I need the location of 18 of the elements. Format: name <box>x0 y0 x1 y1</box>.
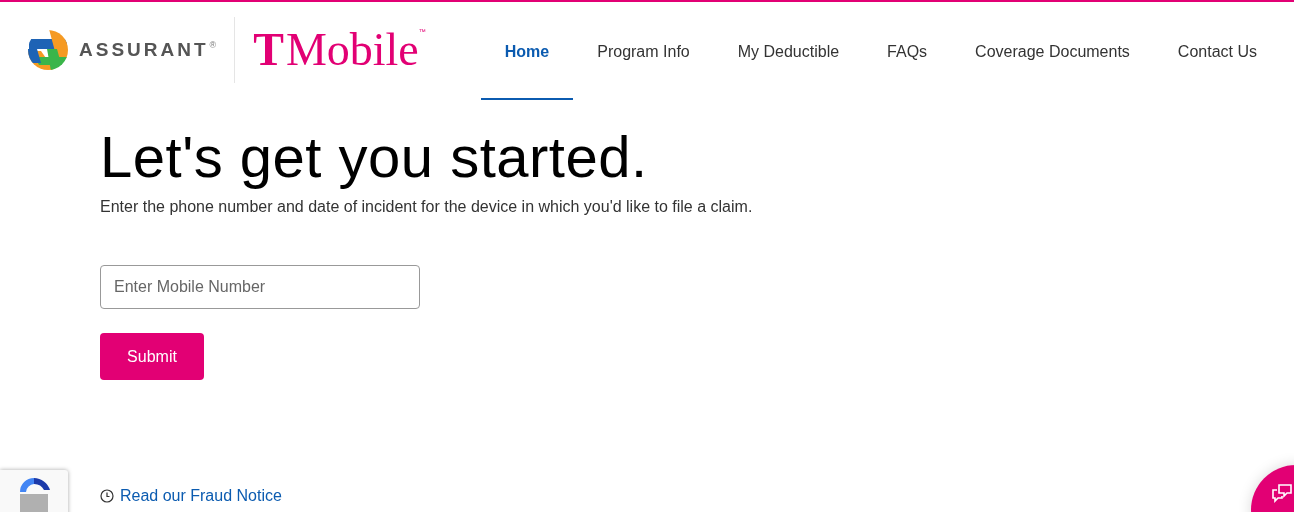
nav-link[interactable]: Coverage Documents <box>951 2 1154 100</box>
nav-link[interactable]: Program Info <box>573 2 714 100</box>
assurant-wordmark: ASSURANT <box>79 37 209 62</box>
nav-link[interactable]: Contact Us <box>1153 2 1281 100</box>
fraud-notice-link[interactable]: Read our Fraud Notice <box>120 484 282 508</box>
tmobile-wordmark: Mobile <box>285 27 419 73</box>
registered-mark: ® <box>209 39 217 52</box>
nav-link[interactable]: My Deductible <box>713 2 864 100</box>
clock-icon <box>100 489 114 503</box>
chat-bubbles-icon <box>1271 483 1293 503</box>
tmobile-t-letter: T <box>253 27 284 73</box>
instruction-text: Enter the phone number and date of incident for the device in which you'd like to file a claim. <box>100 197 754 217</box>
assurant-logo-icon <box>27 29 69 71</box>
submit-button[interactable]: Submit <box>100 333 204 380</box>
nav-link[interactable]: FAQs <box>863 2 952 100</box>
page-heading: Let's get you started. <box>100 123 649 191</box>
nav-link[interactable]: Home <box>480 2 574 100</box>
mobile-number-field[interactable]: Enter Mobile Number <box>100 265 420 309</box>
